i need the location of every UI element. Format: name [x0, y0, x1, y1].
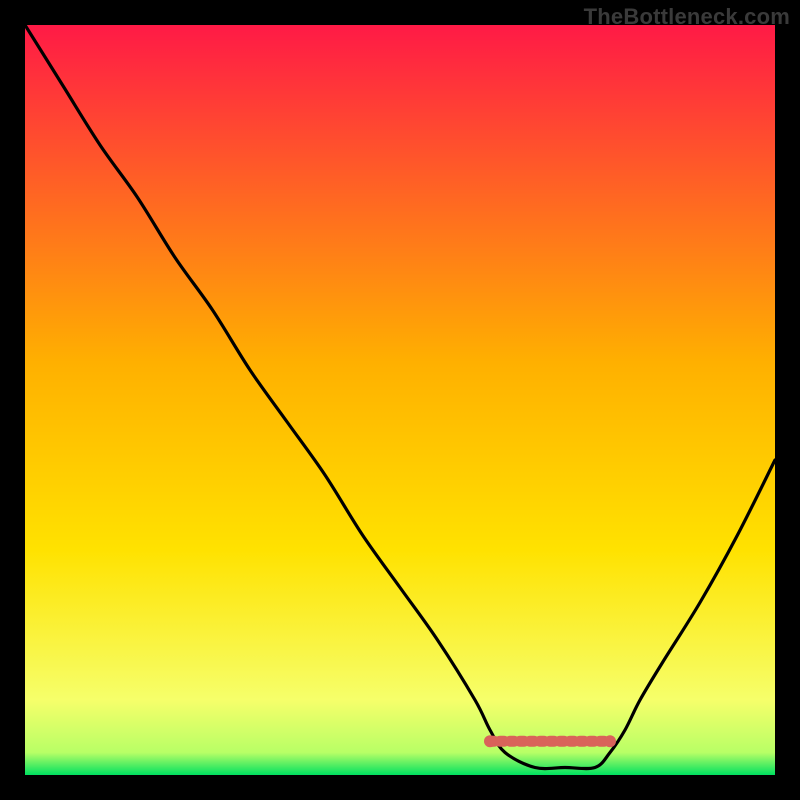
- watermark-text: TheBottleneck.com: [584, 4, 790, 30]
- bottleneck-chart: [25, 25, 775, 775]
- marker-endpoint-right: [604, 735, 616, 747]
- chart-frame: TheBottleneck.com: [0, 0, 800, 800]
- marker-endpoint-left: [484, 735, 496, 747]
- plot-area: [25, 25, 775, 775]
